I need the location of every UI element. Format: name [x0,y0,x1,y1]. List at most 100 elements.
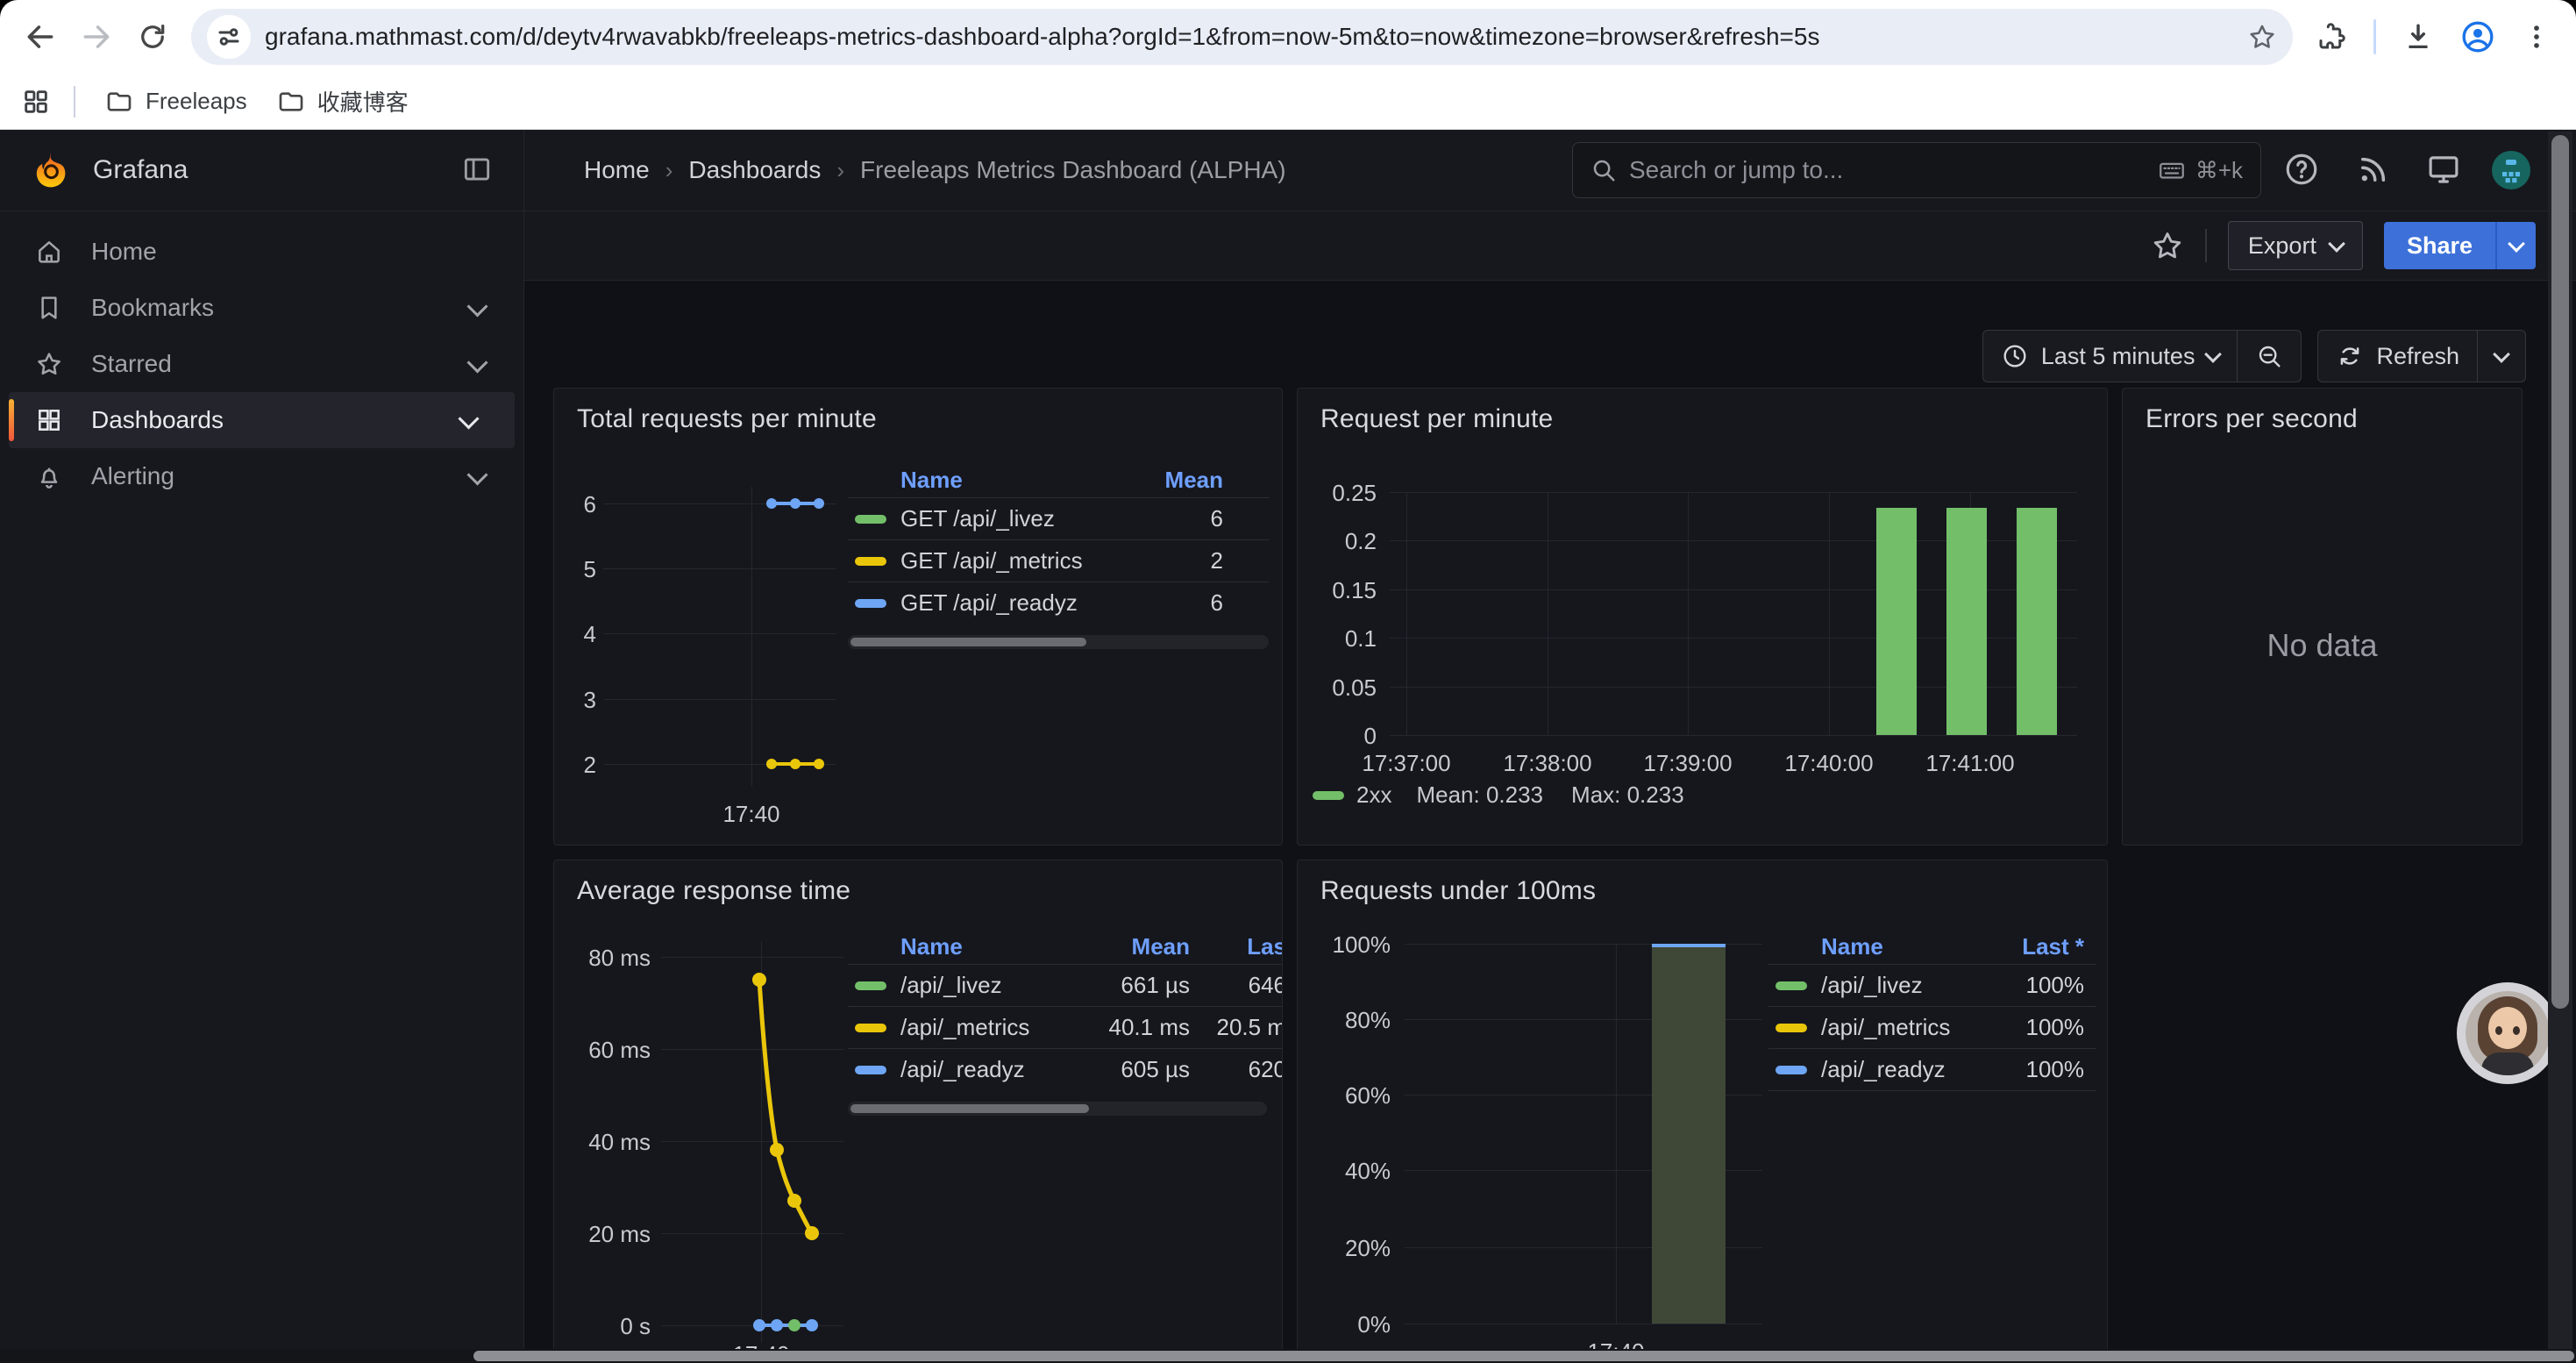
help-button[interactable] [2283,151,2320,188]
sidebar-item-alerting[interactable]: Alerting [0,448,523,504]
back-button[interactable] [12,9,68,65]
legend-col-name[interactable]: Name [848,933,1067,960]
share-menu-button[interactable] [2495,222,2536,269]
assistant-avatar-widget[interactable] [2457,982,2558,1084]
reload-button[interactable] [125,9,181,65]
breadcrumb: Home › Dashboards › Freeleaps Metrics Da… [524,156,1286,184]
series-name: /api/_metrics [900,1014,1067,1041]
user-avatar[interactable] [2490,149,2532,191]
reload-icon [137,21,168,53]
legend-scrollbar[interactable] [848,635,1269,649]
scrollbar-thumb[interactable] [850,638,1086,646]
scrollbar-thumb[interactable] [2551,135,2569,1009]
legend-col-last[interactable]: Last * [1979,933,2096,960]
chevron-down-icon[interactable] [466,296,487,317]
profile-icon[interactable] [2460,19,2495,54]
download-icon[interactable] [2402,21,2434,53]
breadcrumb-home[interactable]: Home [584,156,650,184]
time-range-picker[interactable]: Last 5 minutes [1983,331,2238,382]
legend-row[interactable]: /api/_readyz 605 µs 620 [848,1048,1283,1090]
legend-scrollbar[interactable] [848,1102,1267,1116]
chevron-down-icon[interactable] [466,352,487,373]
sidebar-item-dashboards[interactable]: Dashboards [9,392,515,448]
avatar-image [2490,149,2532,191]
legend-col-name[interactable]: Name [1768,933,1979,960]
horizontal-scrollbar[interactable] [0,1349,2576,1363]
legend-row[interactable]: GET /api/_metrics 2 [848,539,1269,582]
bookmark-star-icon[interactable] [2247,22,2277,52]
zoom-out-icon [2255,342,2283,370]
sidebar-item-starred[interactable]: Starred [0,336,523,392]
series-name: GET /api/_metrics [900,547,1127,574]
grafana-app: Grafana Home Bookmarks Starred [0,130,2576,1363]
refresh-button[interactable]: Refresh [2318,331,2477,382]
legend-row[interactable]: GET /api/_readyz 6 [848,582,1269,624]
panel-total-requests[interactable]: Total requests per minute 6 5 4 3 2 [553,388,1283,846]
sidebar-item-bookmarks[interactable]: Bookmarks [0,280,523,336]
legend-row[interactable]: /api/_livez 100% [1768,964,2096,1006]
url-text[interactable]: grafana.mathmast.com/d/deytv4rwavabkb/fr… [265,23,2247,51]
legend-header: Name Last * [1768,929,2096,964]
legend-row[interactable]: /api/_metrics 40.1 ms 20.5 m [848,1006,1283,1048]
extensions-icon[interactable] [2316,21,2347,53]
site-settings-icon[interactable] [207,15,251,59]
legend-row[interactable]: /api/_readyz 100% [1768,1048,2096,1091]
kiosk-mode-button[interactable] [2425,151,2462,188]
sidebar-brand: Grafana [0,130,523,211]
scrollbar-thumb[interactable] [473,1351,2574,1361]
series-color-pill [855,515,886,524]
y-tick: 0.2 [1298,528,1377,555]
url-bar[interactable]: grafana.mathmast.com/d/deytv4rwavabkb/fr… [191,9,2293,65]
series-color-pill [1775,1066,1807,1074]
series-name[interactable]: 2xx [1356,781,1391,809]
bookmark-folder-blogs[interactable]: 收藏博客 [277,85,409,118]
x-tick: 17:40:00 [1776,750,1882,777]
menu-dots-icon[interactable] [2522,22,2551,52]
panel-errors-per-second[interactable]: Errors per second No data [2122,388,2523,846]
chevron-down-icon[interactable] [458,408,479,429]
legend-col-last[interactable]: Las [1190,933,1283,960]
export-button[interactable]: Export [2228,221,2363,270]
refresh-icon [2336,342,2364,370]
sidebar-item-home[interactable]: Home [0,224,523,280]
legend-table: Name Mean Las /api/_livez 661 µs 646 [848,929,1283,1116]
panel-title: Total requests per minute [577,404,877,434]
gridline [1406,492,1407,735]
legend-row[interactable]: /api/_metrics 100% [1768,1006,2096,1048]
chevron-down-icon [2205,346,2223,363]
sidebar-toggle-button[interactable] [460,153,494,186]
chevron-down-icon[interactable] [466,464,487,485]
panel-requests-under-100ms[interactable]: Requests under 100ms 100% 80% 60% 40% 20… [1297,860,2108,1363]
legend-col-mean[interactable]: Mean [1118,467,1269,494]
sidebar-item-label: Bookmarks [91,294,214,322]
legend-row[interactable]: GET /api/_livez 6 [848,497,1269,539]
chevron-down-icon [2328,235,2345,253]
breadcrumb-dashboards[interactable]: Dashboards [688,156,821,184]
sidebar-nav: Home Bookmarks Starred Dashboards [0,211,523,504]
forward-button[interactable] [68,9,125,65]
zoom-out-button[interactable] [2238,331,2301,382]
share-button[interactable]: Share [2384,222,2495,269]
shortcut-label: ⌘+k [2195,157,2243,184]
legend-col-mean[interactable]: Mean [1067,933,1190,960]
legend-col-name[interactable]: Name [848,467,1118,494]
apps-grid-icon[interactable] [21,87,51,117]
y-tick: 2 [554,752,596,779]
panel-title: Requests under 100ms [1320,876,1596,906]
search-input[interactable]: Search or jump to... ⌘+k [1572,142,2261,198]
favorite-star-button[interactable] [2151,229,2184,262]
panel-average-response-time[interactable]: Average response time 80 ms 60 ms 40 ms … [553,860,1283,1363]
time-range-group: Last 5 minutes [1982,330,2302,382]
y-tick: 4 [554,621,596,648]
refresh-interval-button[interactable] [2478,331,2525,382]
scrollbar-thumb[interactable] [850,1104,1089,1113]
back-arrow-icon [24,20,57,54]
vertical-scrollbar[interactable] [2548,132,2572,1363]
bookmark-folder-freeleaps[interactable]: Freeleaps [105,88,247,116]
news-button[interactable] [2355,151,2392,188]
series-color-pill [1775,981,1807,990]
legend-row[interactable]: /api/_livez 661 µs 646 [848,964,1283,1006]
avatar-eye [2513,1026,2520,1035]
panel-request-per-minute[interactable]: Request per minute 0.25 0.2 0.15 0.1 0.0… [1297,388,2108,846]
bar-2xx [1876,508,1917,735]
